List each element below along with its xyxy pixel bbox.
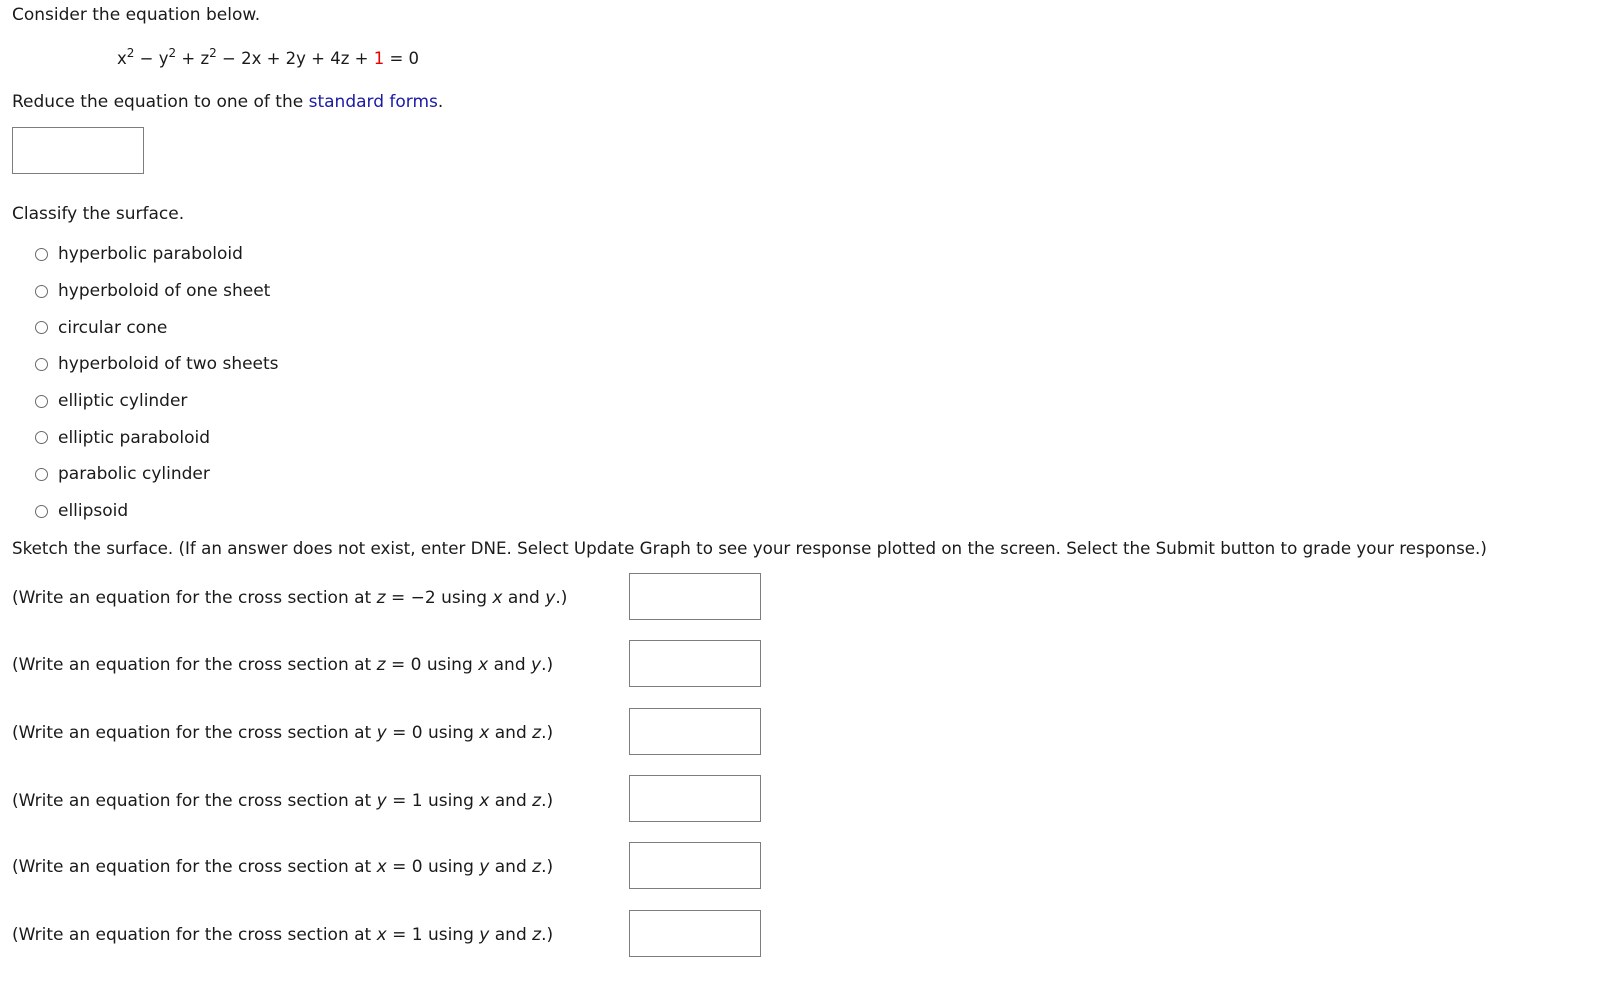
cross-section-label: (Write an equation for the cross section…: [12, 925, 554, 945]
radio-button[interactable]: [35, 394, 48, 408]
option-parabolic-cylinder[interactable]: parabolic cylinder: [33, 456, 279, 493]
intro-text: Consider the equation below.: [12, 5, 261, 25]
option-elliptic-cylinder[interactable]: elliptic cylinder: [33, 383, 279, 420]
cross-section-x-0-input[interactable]: [629, 842, 761, 889]
surface-options: hyperbolic paraboloid hyperboloid of one…: [33, 236, 279, 530]
equation-term-z: z2: [200, 46, 217, 68]
radio-button[interactable]: [35, 247, 48, 261]
radio-button[interactable]: [35, 357, 48, 371]
reduce-instruction: Reduce the equation to one of the standa…: [12, 92, 444, 112]
radio-button[interactable]: [35, 467, 48, 481]
cross-section-label: (Write an equation for the cross section…: [12, 588, 568, 608]
option-hyperbolic-paraboloid[interactable]: hyperbolic paraboloid: [33, 236, 279, 273]
standard-form-input[interactable]: [12, 127, 144, 174]
cross-section-label: (Write an equation for the cross section…: [12, 791, 554, 811]
option-ellipsoid[interactable]: ellipsoid: [33, 493, 279, 530]
cross-section-y-1-input[interactable]: [629, 775, 761, 822]
option-circular-cone[interactable]: circular cone: [33, 309, 279, 346]
cross-section-label: (Write an equation for the cross section…: [12, 723, 554, 743]
option-elliptic-paraboloid[interactable]: elliptic paraboloid: [33, 419, 279, 456]
radio-button[interactable]: [35, 284, 48, 298]
equation-highlight-constant: 1: [373, 49, 385, 68]
cross-section-label: (Write an equation for the cross section…: [12, 655, 554, 675]
equation-term-x: x2: [117, 46, 135, 68]
cross-section-z-0-input[interactable]: [629, 640, 761, 687]
equation-term-y: y2: [158, 46, 177, 68]
cross-section-x-1-input[interactable]: [629, 910, 761, 957]
option-hyperboloid-one-sheet[interactable]: hyperboloid of one sheet: [33, 273, 279, 310]
radio-button[interactable]: [35, 321, 48, 335]
radio-button[interactable]: [35, 431, 48, 445]
cross-section-z-neg2-input[interactable]: [629, 573, 761, 620]
classify-prompt: Classify the surface.: [12, 204, 185, 224]
equation: x2 − y2 + z2 − 2x + 2y + 4z + 1 = 0: [117, 46, 420, 68]
radio-button[interactable]: [35, 504, 48, 518]
sketch-instruction: Sketch the surface. (If an answer does n…: [12, 538, 1487, 558]
standard-forms-link[interactable]: standard forms: [309, 92, 438, 112]
cross-section-label: (Write an equation for the cross section…: [12, 857, 554, 877]
cross-section-y-0-input[interactable]: [629, 708, 761, 755]
option-hyperboloid-two-sheets[interactable]: hyperboloid of two sheets: [33, 346, 279, 383]
